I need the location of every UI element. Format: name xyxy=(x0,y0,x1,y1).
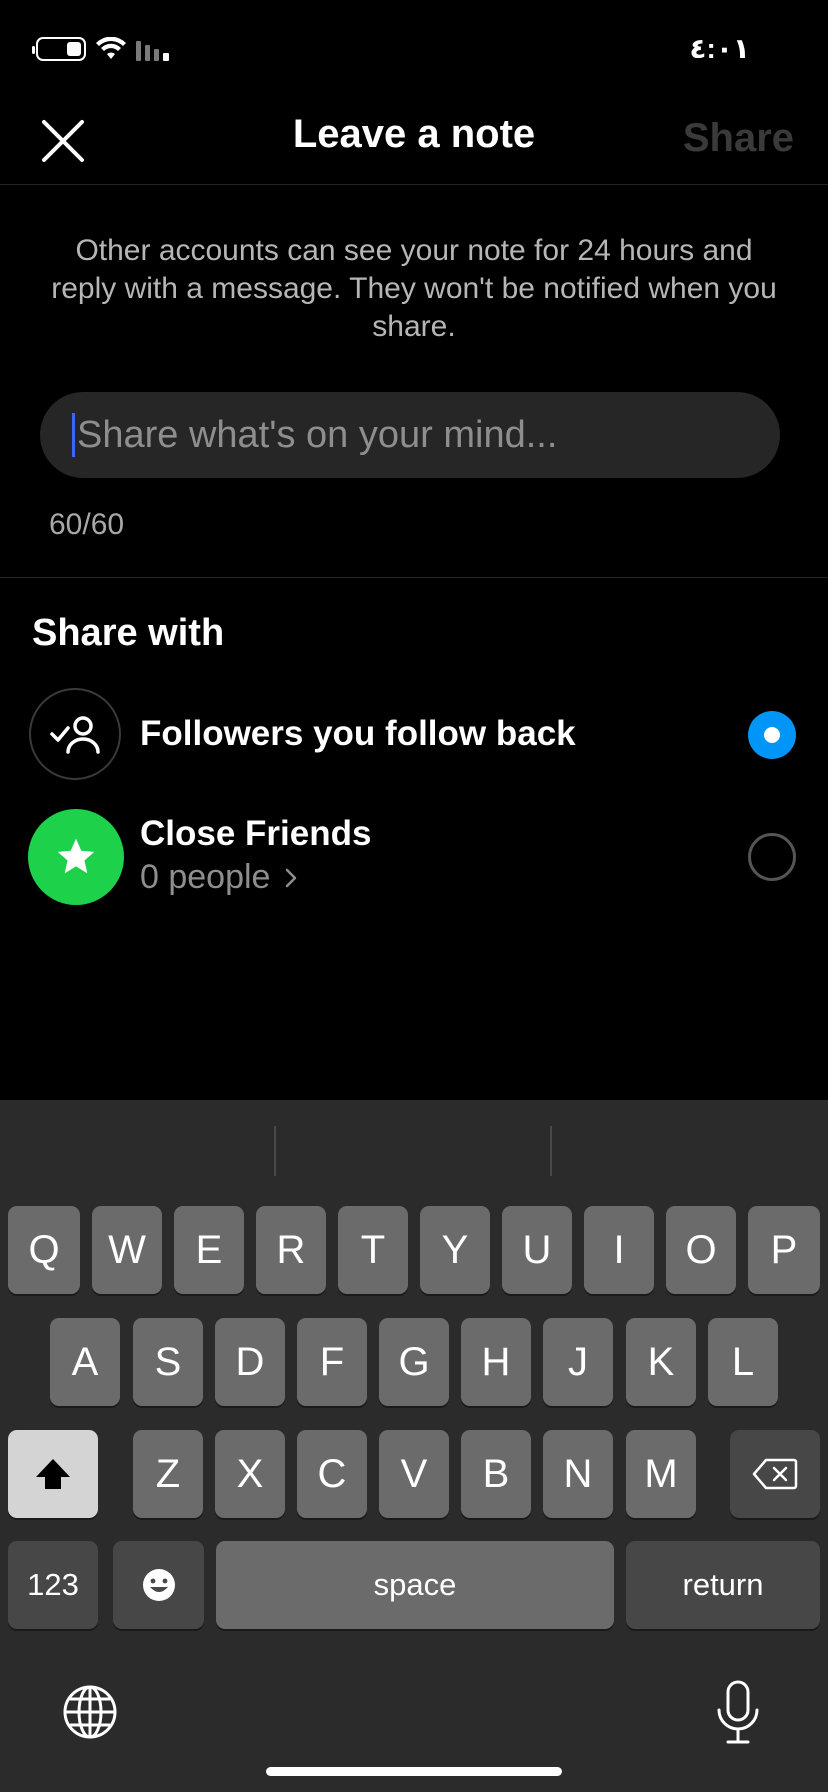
key-w[interactable]: W xyxy=(92,1206,162,1294)
close-friends-icon-wrap xyxy=(28,809,124,905)
key-b[interactable]: B xyxy=(461,1430,531,1518)
key-m[interactable]: M xyxy=(626,1430,696,1518)
backspace-icon xyxy=(752,1458,798,1490)
key-g[interactable]: G xyxy=(379,1318,449,1406)
share-button[interactable]: Share xyxy=(683,116,794,161)
key-c[interactable]: C xyxy=(297,1430,367,1518)
key-h[interactable]: H xyxy=(461,1318,531,1406)
close-friends-subtitle-row[interactable]: 0 people xyxy=(140,858,298,897)
key-r[interactable]: R xyxy=(256,1206,326,1294)
followers-icon-wrap xyxy=(29,688,121,780)
key-l[interactable]: L xyxy=(708,1318,778,1406)
close-friends-label[interactable]: Close Friends xyxy=(140,814,371,854)
status-time: ٤:٠١ xyxy=(689,33,750,64)
key-v[interactable]: V xyxy=(379,1430,449,1518)
close-friends-count: 0 people xyxy=(140,858,271,896)
followers-option-label[interactable]: Followers you follow back xyxy=(140,714,576,754)
numbers-key[interactable]: 123 xyxy=(8,1541,98,1629)
microphone-icon xyxy=(717,1680,759,1744)
followers-radio-selected[interactable] xyxy=(748,711,796,759)
space-key[interactable]: space xyxy=(216,1541,614,1629)
wifi-icon xyxy=(96,37,126,59)
key-x[interactable]: X xyxy=(215,1430,285,1518)
globe-icon xyxy=(63,1685,117,1739)
key-t[interactable]: T xyxy=(338,1206,408,1294)
suggestion-separator xyxy=(550,1126,552,1176)
header-divider xyxy=(0,184,828,185)
close-friends-radio[interactable] xyxy=(748,833,796,881)
key-f[interactable]: F xyxy=(297,1318,367,1406)
key-u[interactable]: U xyxy=(502,1206,572,1294)
chevron-right-icon xyxy=(286,868,297,887)
key-p[interactable]: P xyxy=(748,1206,820,1294)
shift-icon xyxy=(36,1459,70,1489)
text-caret xyxy=(72,413,75,457)
key-i[interactable]: I xyxy=(584,1206,654,1294)
home-indicator xyxy=(266,1767,562,1776)
keyboard: Q W E R T Y U I O P A S D F G H J K L Z … xyxy=(0,1100,828,1792)
key-s[interactable]: S xyxy=(133,1318,203,1406)
star-icon xyxy=(57,838,95,874)
followers-check-icon xyxy=(50,716,100,754)
note-placeholder: Share what's on your mind... xyxy=(77,413,558,456)
suggestion-separator xyxy=(274,1126,276,1176)
signal-icon xyxy=(136,41,169,61)
key-z[interactable]: Z xyxy=(133,1430,203,1518)
section-divider xyxy=(0,577,828,578)
return-key[interactable]: return xyxy=(626,1541,820,1629)
emoji-key[interactable] xyxy=(113,1541,204,1629)
globe-button[interactable] xyxy=(62,1684,118,1740)
key-j[interactable]: J xyxy=(543,1318,613,1406)
key-d[interactable]: D xyxy=(215,1318,285,1406)
key-y[interactable]: Y xyxy=(420,1206,490,1294)
key-e[interactable]: E xyxy=(174,1206,244,1294)
backspace-key[interactable] xyxy=(730,1430,820,1518)
shift-key[interactable] xyxy=(8,1430,98,1518)
info-text: Other accounts can see your note for 24 … xyxy=(51,234,777,343)
battery-icon xyxy=(32,37,86,61)
microphone-button[interactable] xyxy=(716,1680,760,1746)
character-counter: 60/60 xyxy=(49,508,125,541)
key-o[interactable]: O xyxy=(666,1206,736,1294)
key-q[interactable]: Q xyxy=(8,1206,80,1294)
key-n[interactable]: N xyxy=(543,1430,613,1518)
note-input[interactable]: Share what's on your mind... xyxy=(40,392,780,478)
key-a[interactable]: A xyxy=(50,1318,120,1406)
status-bar-left xyxy=(32,34,172,64)
share-with-title: Share with xyxy=(32,612,225,654)
emoji-icon xyxy=(142,1569,175,1601)
key-k[interactable]: K xyxy=(626,1318,696,1406)
